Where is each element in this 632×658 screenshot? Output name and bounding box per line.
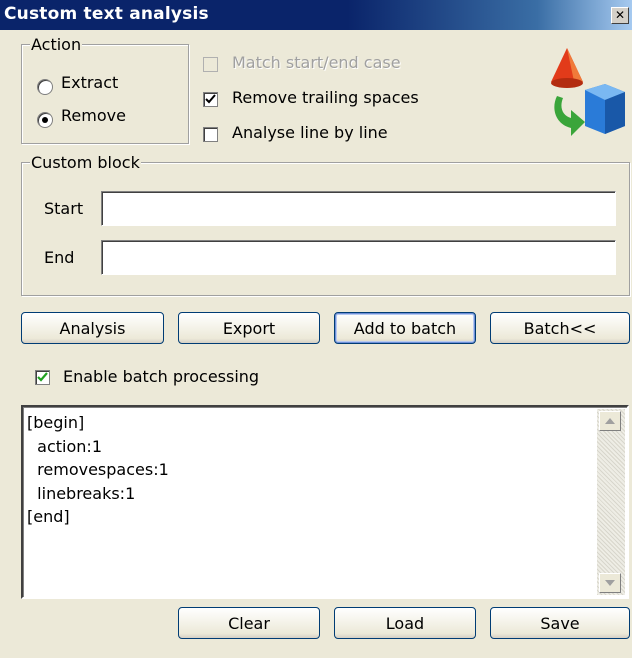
line-by-line-checkbox[interactable] — [203, 127, 218, 142]
start-label: Start — [44, 199, 84, 218]
check-mark-icon — [37, 372, 48, 382]
save-button[interactable]: Save — [490, 607, 630, 639]
analysis-button[interactable]: Analysis — [21, 312, 164, 344]
action-legend: Action — [30, 35, 83, 54]
end-input[interactable] — [101, 240, 616, 275]
scroll-down-button[interactable] — [599, 573, 621, 593]
end-label: End — [44, 248, 75, 267]
vertical-scrollbar[interactable] — [597, 409, 625, 595]
close-icon: ✕ — [614, 8, 626, 22]
enable-batch-checkbox[interactable] — [35, 370, 50, 385]
title-bar[interactable]: Custom text analysis ✕ — [0, 0, 632, 30]
scroll-up-button[interactable] — [599, 411, 621, 431]
match-case-checkbox — [203, 57, 218, 72]
scroll-up-icon — [605, 418, 615, 424]
scroll-down-icon — [605, 580, 615, 586]
batch-toggle-button[interactable]: Batch<< — [490, 312, 630, 344]
batch-script-textarea[interactable]: [begin] action:1 removespaces:1 linebrea… — [21, 405, 629, 599]
radio-remove[interactable] — [37, 112, 53, 128]
check-mark-icon — [205, 94, 216, 104]
custom-block-legend: Custom block — [30, 153, 141, 172]
start-input[interactable] — [101, 191, 616, 226]
radio-remove-label[interactable]: Remove — [61, 106, 126, 125]
enable-batch-label[interactable]: Enable batch processing — [63, 367, 259, 386]
line-by-line-label[interactable]: Analyse line by line — [232, 123, 388, 142]
radio-extract-label[interactable]: Extract — [61, 73, 118, 92]
custom-block-group — [21, 162, 630, 296]
radio-extract[interactable] — [37, 79, 53, 95]
match-case-label: Match start/end case — [232, 53, 401, 72]
add-to-batch-button[interactable]: Add to batch — [334, 312, 476, 344]
load-button[interactable]: Load — [334, 607, 476, 639]
shapes-logo-icon — [551, 48, 625, 136]
remove-trailing-label[interactable]: Remove trailing spaces — [232, 88, 419, 107]
radio-selected-dot — [42, 117, 48, 123]
remove-trailing-checkbox[interactable] — [203, 92, 218, 107]
clear-button[interactable]: Clear — [178, 607, 320, 639]
window-title: Custom text analysis — [4, 4, 209, 24]
export-button[interactable]: Export — [178, 312, 320, 344]
close-button[interactable]: ✕ — [611, 7, 629, 24]
batch-script-text: [begin] action:1 removespaces:1 linebrea… — [27, 413, 169, 526]
